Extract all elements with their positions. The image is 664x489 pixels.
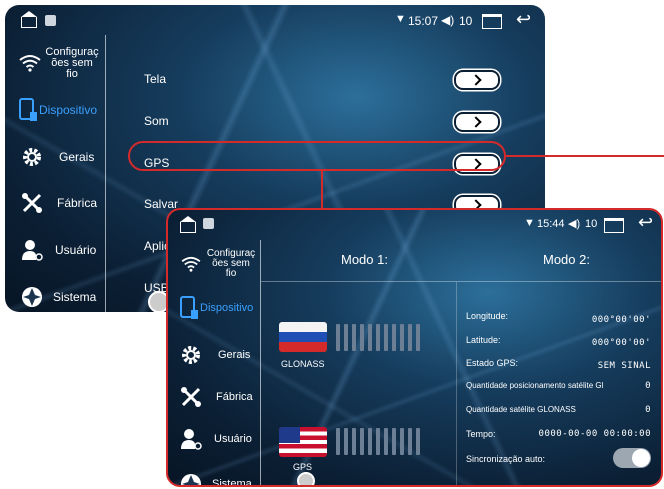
wifi-status-icon: ▼ — [395, 13, 406, 25]
info-label: Longitude: — [466, 311, 509, 321]
wifi-icon — [178, 251, 204, 277]
sidebar-item-device[interactable]: Dispositivo — [168, 288, 268, 328]
info-label: Latitude: — [466, 335, 501, 345]
system-icon — [19, 284, 45, 310]
open-tela-button[interactable] — [454, 70, 500, 90]
sidebar-item-wireless[interactable]: Configuraç ões sem fio — [5, 43, 105, 83]
gear-icon — [178, 342, 204, 368]
sidebar-item-factory[interactable]: Fábrica — [168, 377, 268, 417]
info-label: Quantidade posicionamento satélite Gl — [466, 381, 604, 390]
status-bar: ▼ 15:44 ◀) 10 ↩ — [168, 210, 661, 240]
sidebar-item-label: Fábrica — [216, 391, 253, 403]
glonass-signal-bars — [336, 324, 420, 351]
sidebar-item-factory[interactable]: Fábrica — [5, 183, 105, 223]
system-icon — [178, 471, 204, 485]
info-value: 0 — [645, 405, 651, 415]
russia-flag-icon — [279, 322, 327, 352]
sidebar-item-system[interactable]: Sistema — [5, 277, 105, 312]
sidebar-item-general[interactable]: Gerais — [5, 137, 105, 177]
sidebar-item-user[interactable]: Usuário — [168, 419, 268, 459]
home-icon[interactable] — [180, 216, 196, 233]
back-icon[interactable]: ↩ — [516, 10, 531, 28]
callout-line-down — [321, 171, 323, 209]
device-icon — [176, 295, 202, 321]
sidebar-item-label: Configuraç ões sem fio — [45, 45, 99, 80]
gallery-icon[interactable] — [45, 15, 56, 26]
row-tela[interactable]: Tela — [106, 60, 545, 100]
sidebar-item-label: Sistema — [53, 290, 97, 304]
sidebar: Configuraç ões sem fio Dispositivo Gerai… — [168, 240, 261, 485]
gps-signal-bars — [336, 428, 420, 455]
recent-apps-icon[interactable] — [604, 218, 624, 233]
tools-icon — [178, 384, 204, 410]
chevron-right-icon — [469, 74, 482, 86]
sidebar-item-label: Usuário — [214, 433, 252, 445]
glonass-label: GLONASS — [281, 359, 325, 369]
sidebar-item-label: Usuário — [55, 243, 97, 257]
open-som-button[interactable] — [454, 112, 500, 132]
user-icon — [19, 237, 45, 263]
gps-detail-screen: ▼ 15:44 ◀) 10 ↩ Configuraç ões sem fio D… — [166, 208, 663, 487]
sidebar-item-label: Dispositivo — [39, 103, 98, 117]
user-icon — [178, 426, 204, 452]
sidebar-item-label: Dispositivo — [200, 302, 254, 314]
gear-icon — [19, 144, 45, 170]
info-value: SEM SINAL — [597, 361, 651, 371]
info-label: Estado GPS: — [466, 358, 519, 368]
info-value: 000°00'00' — [591, 315, 651, 325]
gps-info-list: Longitude: 000°00'00' Latitude: 000°00'0… — [466, 240, 651, 485]
callout-line-right — [506, 155, 664, 157]
gps-highlight-outline — [128, 141, 506, 171]
gps-label: GPS — [293, 462, 313, 472]
sidebar: Configuraç ões sem fio Dispositivo Gerai… — [5, 35, 106, 312]
volume-icon[interactable]: ◀) — [441, 13, 454, 27]
sidebar-item-label: Gerais — [218, 349, 251, 361]
row-label: Som — [144, 114, 169, 128]
wifi-status-icon: ▼ — [524, 217, 535, 229]
sidebar-item-user[interactable]: Usuário — [5, 230, 105, 270]
info-value: 0 — [645, 381, 651, 391]
sidebar-item-label: Gerais — [59, 150, 95, 164]
sidebar-item-device[interactable]: Dispositivo — [5, 90, 105, 130]
gallery-icon[interactable] — [203, 218, 214, 229]
usa-flag-icon — [279, 427, 327, 457]
gps-panel: Modo 1: Modo 2: GLONASS GPS Longitude: 0… — [261, 240, 661, 485]
row-som[interactable]: Som — [106, 102, 545, 142]
sidebar-item-system[interactable]: Sistema — [168, 464, 268, 487]
sidebar-item-label: Fábrica — [57, 196, 98, 210]
wifi-icon — [17, 50, 43, 76]
recent-apps-icon[interactable] — [482, 14, 502, 29]
auto-sync-toggle[interactable] — [613, 448, 651, 468]
chevron-right-icon — [469, 116, 482, 128]
back-icon[interactable]: ↩ — [638, 213, 653, 231]
info-label: Quantidade satélite GLONASS — [466, 405, 576, 414]
info-value: 000°00'00' — [591, 338, 651, 348]
tools-icon — [19, 190, 45, 216]
info-label: Sincronização auto: — [466, 454, 546, 464]
sidebar-item-wireless[interactable]: Configuraç ões sem fio — [168, 244, 268, 284]
volume-icon[interactable]: ◀) — [568, 217, 580, 230]
drag-handle[interactable] — [297, 472, 315, 485]
home-icon[interactable] — [21, 11, 37, 28]
info-label: Tempo: — [466, 429, 496, 439]
volume-level: 10 — [585, 218, 598, 230]
column-divider — [456, 282, 457, 485]
sidebar-item-label: Sistema — [212, 478, 252, 487]
status-bar: ▼ 15:07 ◀) 10 ↩ — [5, 5, 545, 35]
sidebar-item-general[interactable]: Gerais — [168, 335, 268, 375]
volume-level: 10 — [459, 14, 473, 28]
row-label: Tela — [144, 72, 167, 86]
status-time: 15:44 — [537, 218, 565, 230]
device-icon — [15, 97, 41, 123]
sidebar-item-label: Configuraç ões sem fio — [206, 248, 256, 279]
mode-1-label: Modo 1: — [341, 252, 388, 267]
status-time: 15:07 — [408, 14, 439, 28]
info-value: 0000-00-00 00:00:00 — [538, 429, 651, 439]
